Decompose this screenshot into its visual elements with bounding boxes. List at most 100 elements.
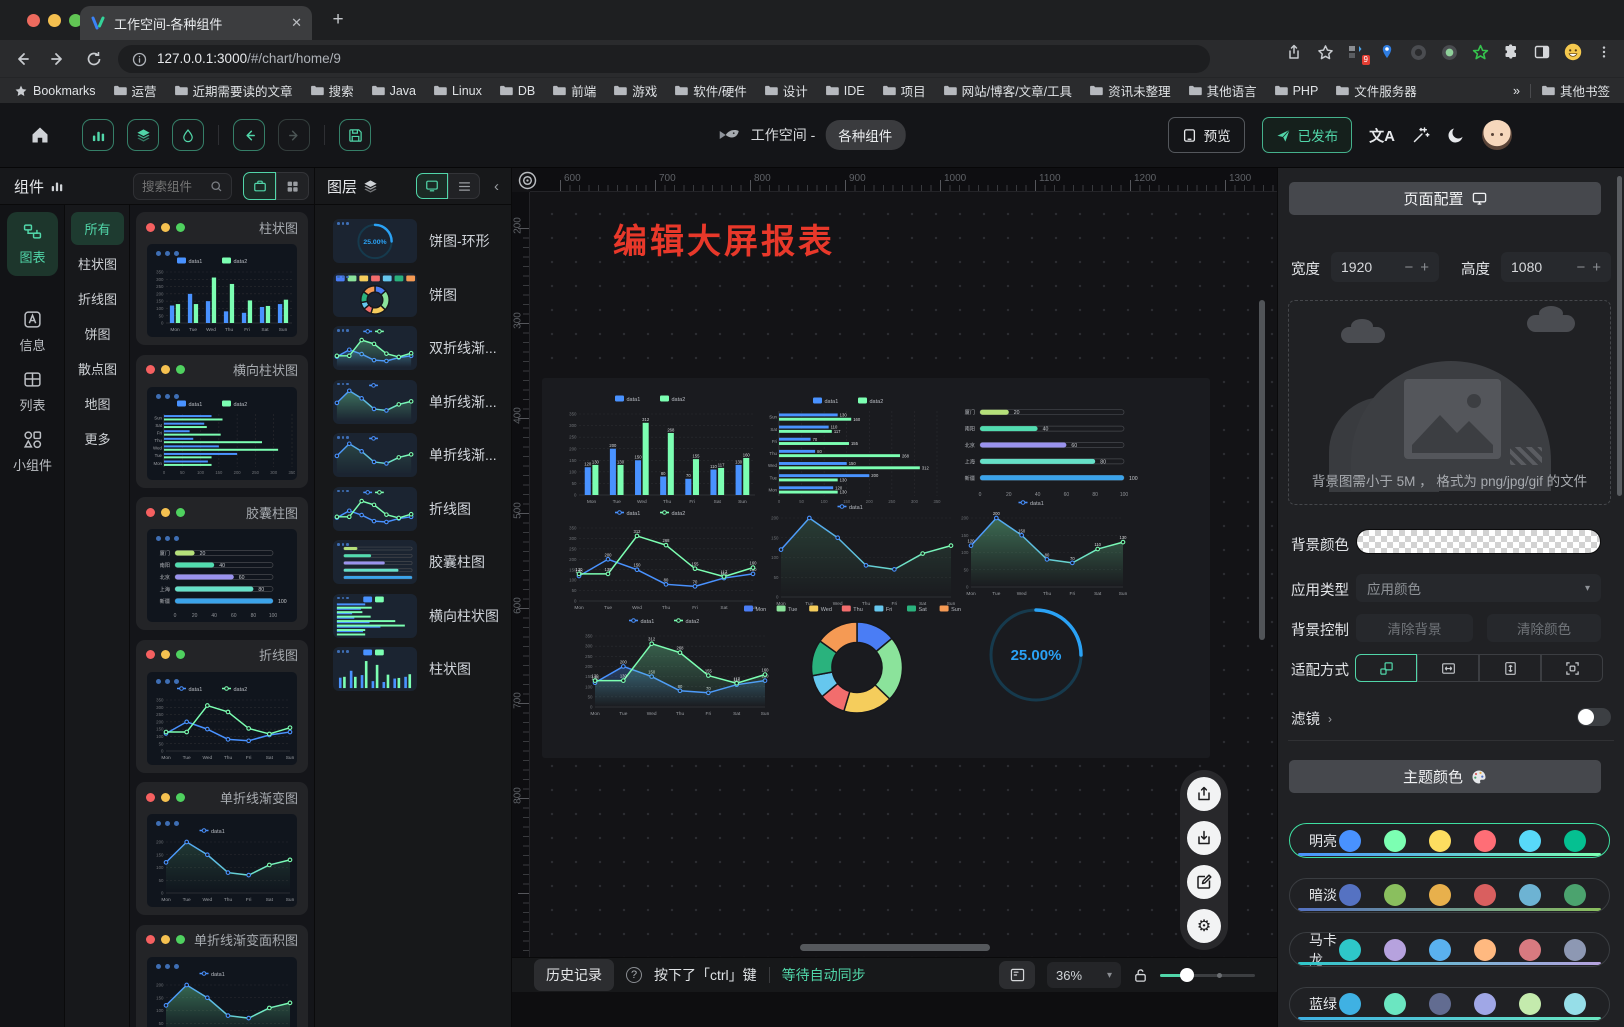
layer-item[interactable]: 柱状图	[333, 646, 505, 692]
layer-item[interactable]: 双折线渐...	[333, 325, 505, 371]
layer-item[interactable]: 胶囊柱图	[333, 539, 505, 585]
theme-color-dot[interactable]	[1339, 993, 1361, 1015]
theme-color-dot[interactable]	[1519, 993, 1541, 1015]
clear-background-button[interactable]: 清除背景	[1356, 614, 1473, 642]
bookmark-folder[interactable]: 设计	[764, 81, 808, 100]
bar-chart[interactable]: data1data2050100150200250300350MonTueWed…	[562, 394, 758, 506]
component-card[interactable]: 柱状图data1data2050100150200250300350MonTue…	[136, 212, 308, 345]
height-value[interactable]: 1080	[1511, 259, 1569, 275]
extension-dot-icon[interactable]	[1439, 42, 1459, 62]
bookmarks-overflow-icon[interactable]: »	[1513, 84, 1520, 98]
bookmark-folder[interactable]: 资讯未整理	[1089, 81, 1171, 100]
extension-star-icon[interactable]	[1470, 42, 1490, 62]
share-icon[interactable]	[1284, 42, 1304, 62]
layer-item[interactable]: 饼图	[333, 272, 505, 318]
language-icon[interactable]: 文A	[1369, 125, 1395, 146]
other-bookmarks[interactable]: 其他书签	[1541, 81, 1610, 100]
theme-color-dot[interactable]	[1564, 993, 1586, 1015]
sidebar-item-小组件[interactable]: 小组件	[7, 420, 58, 484]
magic-wand-icon[interactable]	[1412, 126, 1430, 144]
chevron-right-icon[interactable]: ›	[1328, 712, 1332, 726]
theme-row-暗淡[interactable]: 暗淡	[1289, 878, 1610, 913]
width-input[interactable]: 1920 −+	[1331, 252, 1439, 282]
side-panel-icon[interactable]	[1532, 42, 1552, 62]
component-card[interactable]: 折线图data1data2050100150200250300350MonTue…	[136, 640, 308, 773]
url-bar[interactable]: 127.0.0.1:3000/#/chart/home/9	[118, 45, 1210, 73]
panel-scrollbar[interactable]	[1617, 176, 1622, 496]
export-icon[interactable]	[1187, 777, 1221, 811]
clear-color-button[interactable]: 清除颜色	[1487, 614, 1601, 642]
width-increment[interactable]: +	[1420, 259, 1429, 276]
zoom-slider[interactable]	[1160, 968, 1255, 982]
theme-color-dot[interactable]	[1564, 884, 1586, 906]
layer-item[interactable]: 25.00%饼图-环形	[333, 218, 505, 264]
theme-color-dot[interactable]	[1474, 830, 1496, 852]
theme-color-dot[interactable]	[1564, 939, 1586, 961]
app-type-select[interactable]: 应用颜色 ▾	[1356, 574, 1601, 602]
sidebar-item-列表[interactable]: 列表	[7, 360, 58, 424]
toolbox-view-button[interactable]	[243, 172, 276, 200]
theme-row-蓝绿[interactable]: 蓝绿	[1289, 987, 1610, 1022]
bookmark-folder[interactable]: 近期需要读的文章	[174, 81, 293, 100]
theme-color-dot[interactable]	[1474, 884, 1496, 906]
site-info-icon[interactable]	[132, 52, 147, 67]
save-button[interactable]	[339, 119, 371, 151]
bookmark-folder[interactable]: PHP	[1274, 84, 1319, 98]
import-icon[interactable]	[1187, 821, 1221, 855]
width-value[interactable]: 1920	[1341, 259, 1397, 275]
bookmark-folder[interactable]: DB	[499, 84, 535, 98]
extension-ring-icon[interactable]	[1408, 42, 1428, 62]
undo-button[interactable]	[233, 119, 265, 151]
theme-color-dot[interactable]	[1474, 993, 1496, 1015]
theme-color-dot[interactable]	[1384, 993, 1406, 1015]
theme-color-section[interactable]: 主题颜色	[1289, 760, 1601, 793]
component-card[interactable]: 单折线渐变面积图data1050100150200MonTueWedThuFri…	[136, 925, 308, 1027]
single-line-gradient-area-chart[interactable]: data1050100150200MonTueWedThuFriSatSun12…	[954, 498, 1128, 598]
fit-width-button[interactable]	[1417, 654, 1479, 682]
zoom-slider-knob[interactable]	[1180, 968, 1194, 982]
horizontal-bar-chart[interactable]: data1data2050100150200250300350MonTueWed…	[764, 396, 952, 506]
bookmark-folder[interactable]: Java	[371, 84, 416, 98]
user-avatar[interactable]	[1482, 120, 1512, 150]
canvas-text-title[interactable]: 编辑大屏报表	[613, 214, 835, 263]
layer-item[interactable]: 横向柱状图	[333, 593, 505, 639]
app-home-icon[interactable]	[30, 125, 50, 145]
theme-color-dot[interactable]	[1429, 993, 1451, 1015]
background-upload-dropzone[interactable]: 背景图需小于 5M ， 格式为 png/jpg/gif 的文件	[1288, 300, 1611, 505]
help-icon[interactable]: ?	[626, 967, 642, 983]
history-button[interactable]: 历史记录	[534, 959, 614, 991]
width-decrement[interactable]: −	[1404, 259, 1413, 276]
window-close-button[interactable]	[27, 14, 40, 27]
horizontal-scrollbar[interactable]	[800, 944, 990, 951]
component-card[interactable]: 横向柱状图data1data2050100150200250300350MonT…	[136, 355, 308, 488]
theme-color-dot[interactable]	[1519, 884, 1541, 906]
window-minimize-button[interactable]	[48, 14, 61, 27]
theme-color-dot[interactable]	[1384, 884, 1406, 906]
fit-scale-button[interactable]	[1355, 654, 1417, 682]
edit-icon[interactable]	[1187, 865, 1221, 899]
theme-color-dot[interactable]	[1564, 830, 1586, 852]
capsule-chart[interactable]: 厦门20南阳40北京60上海80新疆100020406080100	[954, 398, 1146, 498]
theme-color-dot[interactable]	[1519, 939, 1541, 961]
bookmark-folder[interactable]: 文件服务器	[1335, 81, 1417, 100]
category-饼图[interactable]: 饼图	[71, 317, 124, 350]
fit-height-button[interactable]	[1479, 654, 1541, 682]
lock-icon[interactable]	[1133, 968, 1148, 983]
component-card[interactable]: 单折线渐变图data1050100150200MonTueWedThuFriSa…	[136, 782, 308, 915]
workspace-name[interactable]: 各种组件	[825, 120, 905, 150]
reload-icon[interactable]	[80, 45, 108, 73]
editor-canvas[interactable]: 6007008009001000110012001300 20030040050…	[512, 168, 1277, 1027]
browser-tab[interactable]: 工作空间-各种组件 ✕	[80, 6, 312, 40]
preview-button[interactable]: 预览	[1168, 117, 1245, 153]
theme-row-明亮[interactable]: 明亮	[1289, 823, 1610, 858]
category-散点图[interactable]: 散点图	[71, 352, 124, 385]
bookmark-folder[interactable]: IDE	[825, 84, 865, 98]
chart-panel-button[interactable]	[82, 119, 114, 151]
theme-color-dot[interactable]	[1429, 884, 1451, 906]
sidebar-item-图表[interactable]: 图表	[7, 212, 58, 276]
height-decrement[interactable]: −	[1576, 259, 1585, 276]
theme-color-dot[interactable]	[1429, 830, 1451, 852]
category-折线图[interactable]: 折线图	[71, 282, 124, 315]
progress-ring-chart[interactable]: 25.00%	[986, 604, 1086, 706]
forward-icon[interactable]	[44, 45, 72, 73]
